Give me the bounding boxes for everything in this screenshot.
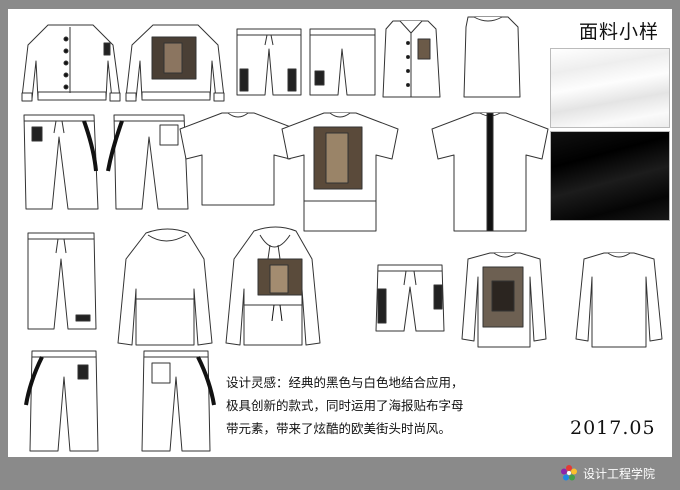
poster-hoodie-sketch [225,226,321,346]
plain-tshirt-front-sketch [179,112,297,206]
inspiration-line: 设计灵感：经典的黑色与白色地结合应用， [226,375,464,390]
jogger-pants-front-sketch [23,114,99,210]
plain-longsleeve-sketch [575,252,663,348]
poster-longsleeve-sketch [461,252,547,348]
white-shorts-back-sketch [309,28,376,96]
cropped-pants-front-sketch [24,350,99,452]
flower-logo-icon [561,465,577,481]
design-inspiration-text: 设计灵感：经典的黑色与白色地结合应用， 极具创新的款式，同时运用了海报贴布字母 … [226,371,526,440]
cropped-pants-back-sketch [141,350,216,452]
sleeveless-back-sketch [463,16,521,98]
poster-tshirt-sketch [281,112,399,232]
watermark: 设计工程学院 [560,462,655,484]
white-fabric-swatch [550,48,670,128]
jogger-pants-back-sketch [106,114,189,210]
inspiration-line: 带元素，带来了炫酷的欧美街头时尚风。 [226,421,452,436]
black-fabric-swatch [550,131,670,221]
white-shorts-sketch [236,28,302,96]
long-shorts-sketch [27,232,97,330]
design-board: 面料小样 设计灵感：经典的黑色与白色地结合应用， 极具创新的款式，同时运用了海报… [8,9,672,457]
inspiration-line: 极具创新的款式，同时运用了海报贴布字母 [226,398,464,413]
bomber-jacket-front-sketch [21,24,121,102]
sleeveless-shirt-sketch [382,20,441,98]
sweat-shorts-sketch [375,264,445,332]
bomber-jacket-back-sketch [125,24,225,102]
design-date: 2017.05 [570,417,656,439]
fabric-sample-title: 面料小样 [578,21,659,43]
anorak-hoodie-back-sketch [117,228,213,346]
stripe-tshirt-back-sketch [431,112,549,232]
watermark-text: 设计工程学院 [583,466,656,481]
